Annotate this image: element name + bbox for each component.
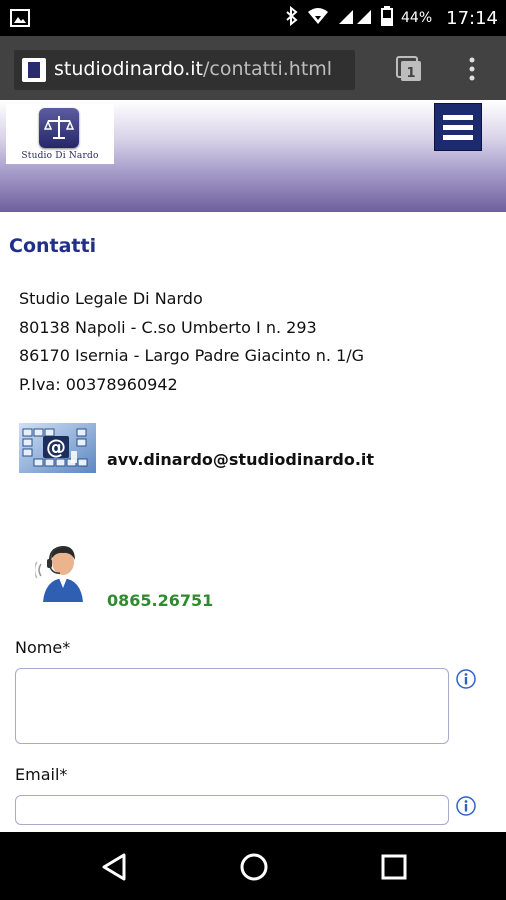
status-bar: 44% 17:14	[0, 0, 506, 36]
address-line: P.Iva: 00378960942	[19, 374, 178, 394]
email-label: Email*	[15, 765, 68, 784]
address-line: 80138 Napoli - C.so Umberto I n. 293	[19, 317, 317, 337]
email-field[interactable]	[15, 795, 449, 825]
menu-icon-bar	[443, 135, 473, 140]
logo[interactable]: Studio Di Nardo	[6, 104, 114, 164]
scales-of-justice-icon	[39, 108, 79, 148]
info-icon[interactable]	[456, 796, 476, 816]
name-label: Nome*	[15, 638, 71, 657]
svg-text:@: @	[46, 435, 66, 459]
bluetooth-icon	[285, 5, 299, 30]
recents-button[interactable]	[377, 850, 411, 884]
menu-button[interactable]	[434, 103, 482, 151]
clock: 17:14	[446, 7, 498, 29]
menu-icon-bar	[443, 125, 473, 130]
url-text[interactable]: studiodinardo.it/contatti.html	[54, 58, 332, 80]
address-block: Studio Legale Di Nardo 80138 Napoli - C.…	[19, 285, 364, 399]
page-title: Contatti	[9, 235, 97, 257]
info-icon[interactable]	[456, 669, 476, 689]
battery-icon	[381, 6, 393, 30]
tab-switcher-button[interactable]: 1	[396, 56, 422, 82]
overflow-menu-icon[interactable]	[466, 57, 478, 85]
back-button[interactable]	[98, 850, 132, 884]
url-host: studiodinardo.it	[54, 58, 203, 80]
site-favicon-icon	[22, 58, 46, 82]
browser-toolbar: studiodinardo.it/contatti.html	[0, 36, 506, 100]
address-line: 86170 Isernia - Largo Padre Giacinto n. …	[19, 346, 365, 365]
menu-icon-bar	[443, 115, 473, 120]
image-icon	[10, 8, 30, 32]
logo-text: Studio Di Nardo	[21, 151, 99, 161]
wifi-icon	[307, 7, 329, 29]
phone-number[interactable]: 0865.26751	[107, 591, 213, 610]
home-button[interactable]	[237, 850, 271, 884]
battery-percent: 44%	[401, 10, 433, 26]
address-line: Studio Legale Di Nardo	[19, 289, 203, 308]
site-header: Studio Di Nardo	[0, 100, 506, 212]
call-center-agent-icon	[33, 540, 91, 604]
tab-count: 1	[406, 66, 415, 81]
system-navigation-bar	[0, 832, 506, 900]
email-address[interactable]: avv.dinardo@studiodinardo.it	[107, 450, 374, 469]
email-keyboard-icon: @	[19, 423, 96, 473]
url-path: /contatti.html	[202, 58, 333, 80]
address-bar[interactable]: studiodinardo.it/contatti.html	[14, 50, 355, 90]
signal-icon	[337, 7, 373, 29]
name-field[interactable]	[15, 668, 449, 744]
